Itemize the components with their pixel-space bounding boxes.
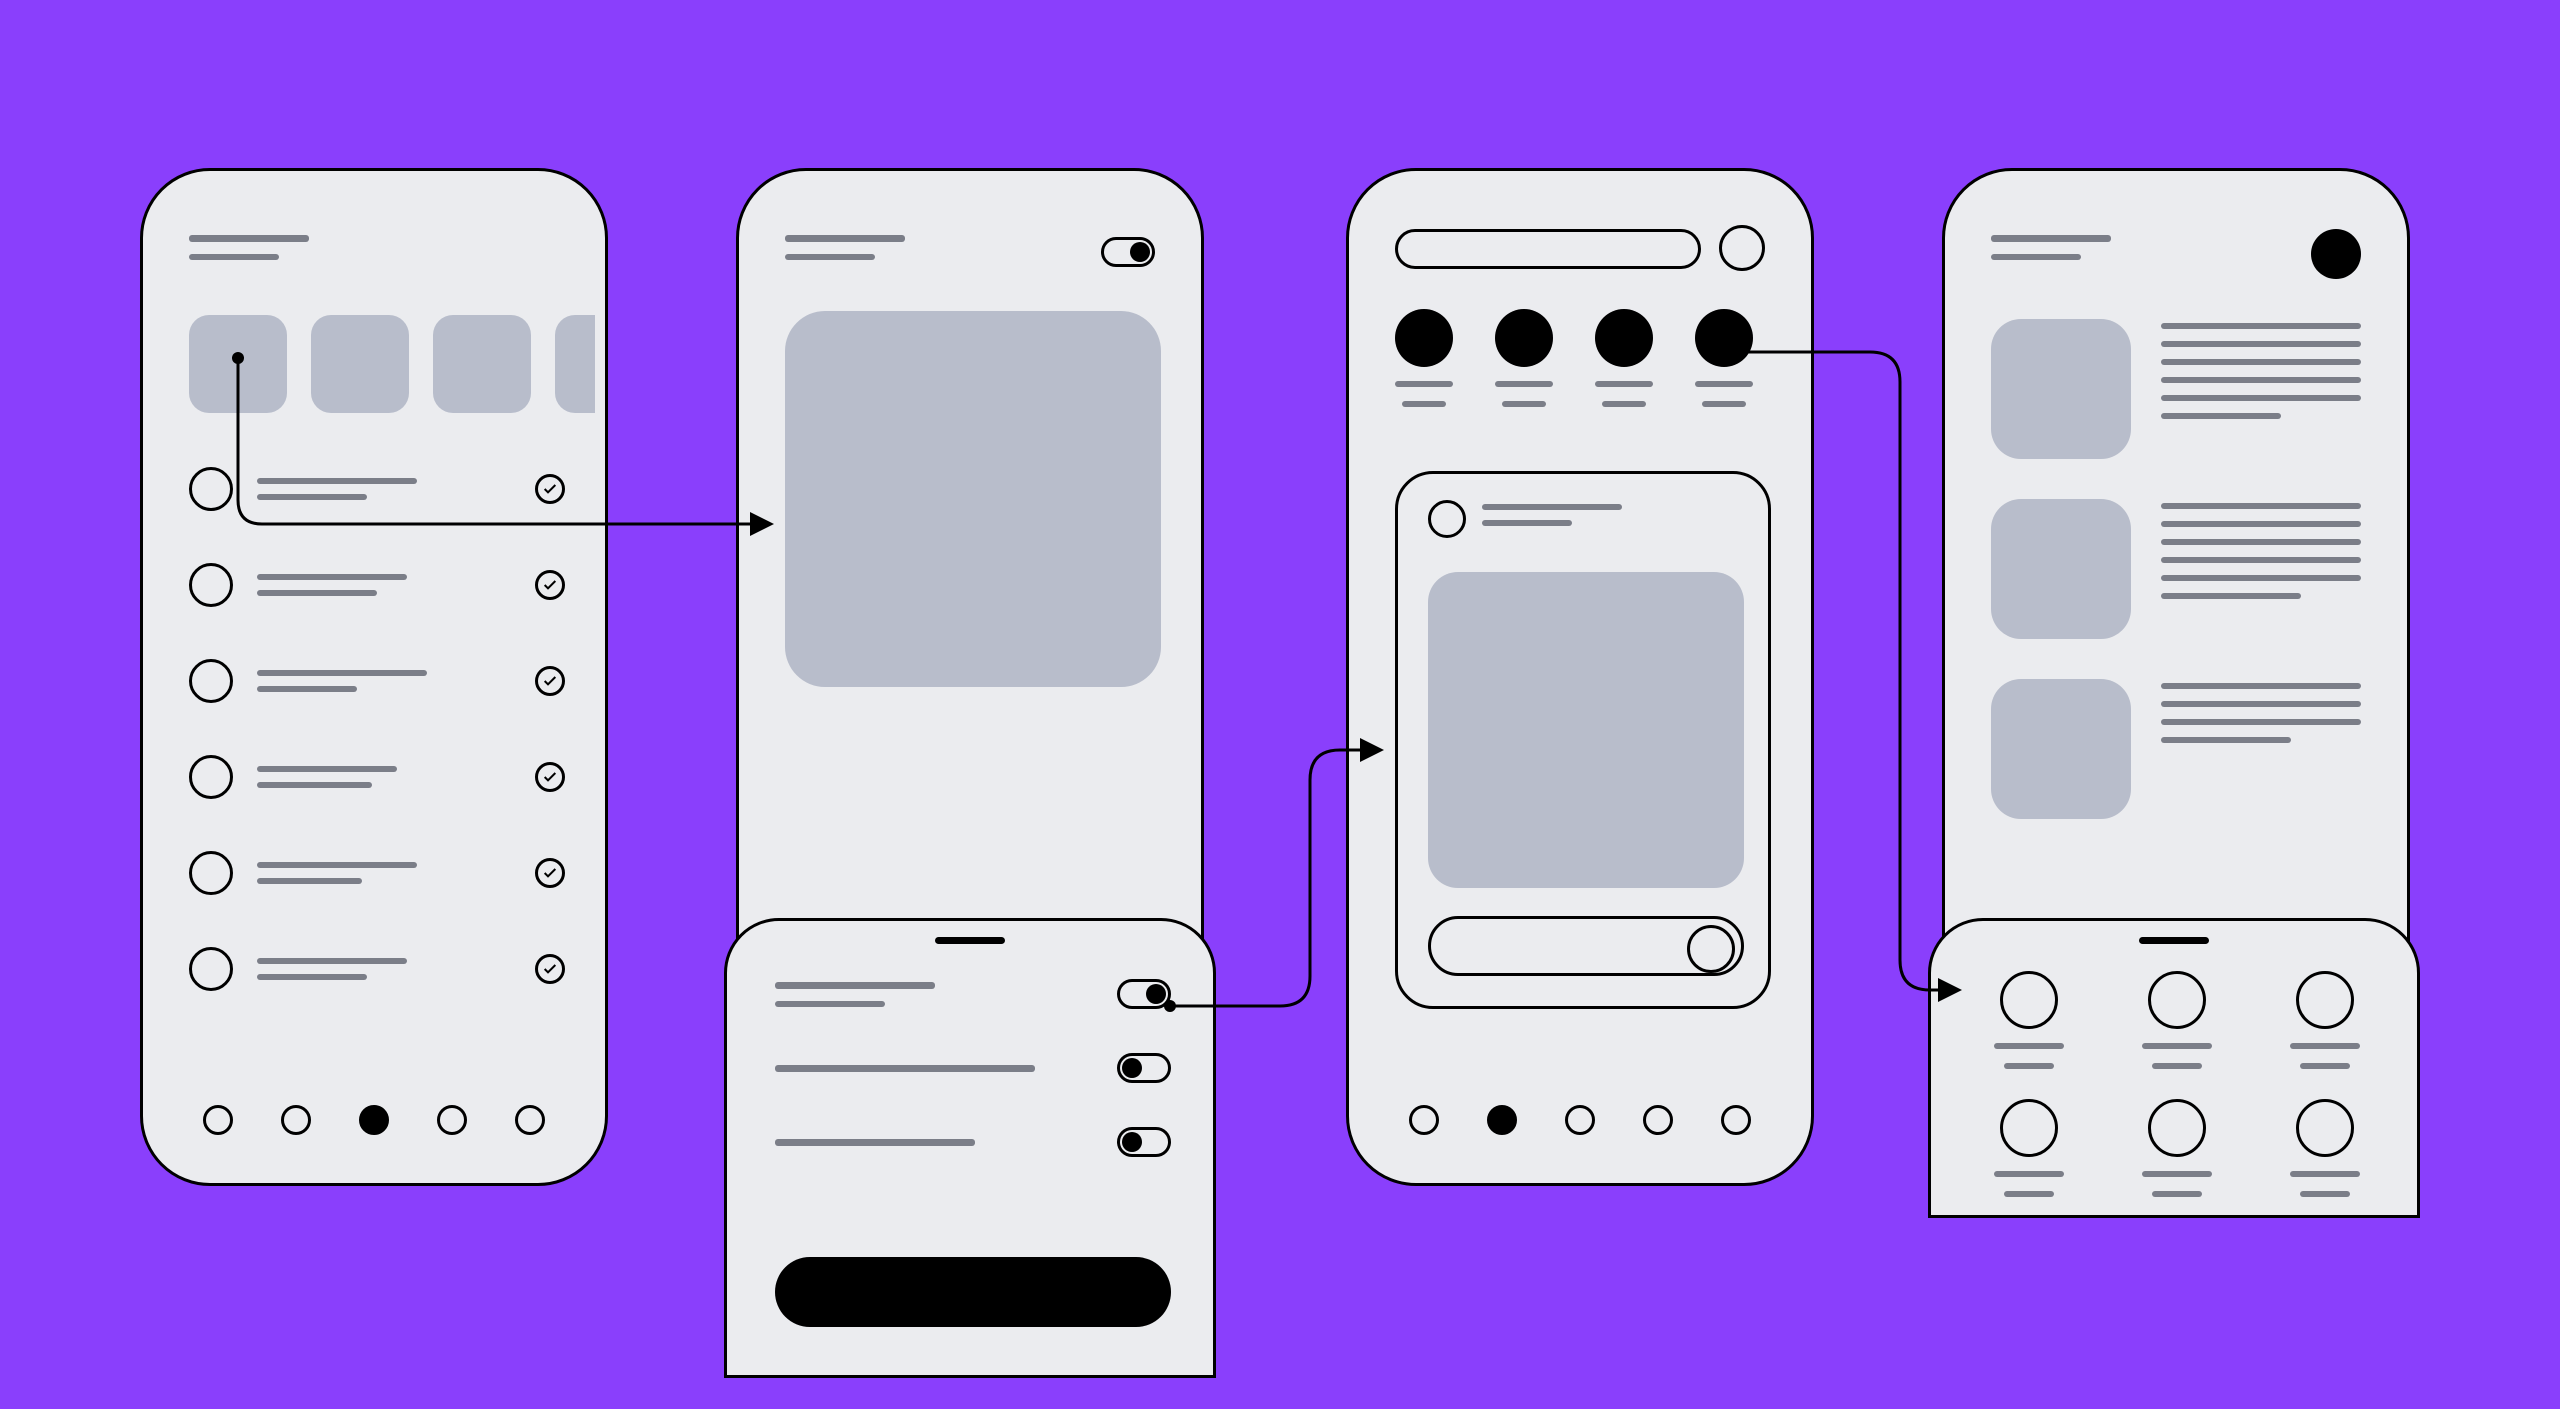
post-author-avatar-icon[interactable] — [1428, 500, 1466, 538]
row-avatar-icon — [189, 563, 233, 607]
screen-4-bottom-sheet — [1928, 918, 2420, 1218]
thumbnail-placeholder — [1991, 679, 2131, 819]
row-avatar-icon — [189, 851, 233, 895]
grid-option[interactable] — [2142, 1099, 2212, 1197]
screen-1-header — [189, 235, 309, 260]
list-row[interactable] — [189, 563, 565, 607]
nav-dot[interactable] — [1721, 1105, 1751, 1135]
profile-avatar-icon[interactable] — [2311, 229, 2361, 279]
screen-1 — [140, 168, 608, 1186]
sheet-grabber-icon[interactable] — [2139, 937, 2209, 944]
option-grid — [1975, 971, 2379, 1197]
list-row[interactable] — [189, 851, 565, 895]
sheet-option-row — [775, 979, 1171, 1009]
primary-button[interactable] — [775, 1257, 1171, 1327]
list-row[interactable] — [189, 659, 565, 703]
nav-dot[interactable] — [437, 1105, 467, 1135]
nav-dot[interactable] — [1643, 1105, 1673, 1135]
sheet-grabber-icon[interactable] — [935, 937, 1005, 944]
list-row[interactable] — [189, 755, 565, 799]
list-row[interactable] — [189, 467, 565, 511]
search-input[interactable] — [1395, 229, 1701, 269]
feed-list — [1991, 319, 2367, 819]
nav-dot[interactable] — [1565, 1105, 1595, 1135]
nav-dot-active[interactable] — [1487, 1105, 1517, 1135]
check-icon[interactable] — [535, 858, 565, 888]
story-item[interactable] — [1695, 309, 1753, 407]
thumbnail-placeholder — [1991, 319, 2131, 459]
chip-3[interactable] — [433, 315, 531, 413]
chip-1[interactable] — [189, 315, 287, 413]
row-avatar-icon — [189, 947, 233, 991]
nav-dot[interactable] — [1409, 1105, 1439, 1135]
nav-dot[interactable] — [281, 1105, 311, 1135]
feed-item[interactable] — [1991, 679, 2367, 819]
row-avatar-icon — [189, 755, 233, 799]
checklist — [189, 467, 565, 991]
grid-option[interactable] — [2142, 971, 2212, 1069]
screen-2-bottom-sheet — [724, 918, 1216, 1378]
feed-item[interactable] — [1991, 319, 2367, 459]
comment-input[interactable] — [1428, 916, 1744, 976]
screen-4-header — [1991, 235, 2111, 260]
feed-item[interactable] — [1991, 499, 2367, 639]
check-icon[interactable] — [535, 954, 565, 984]
header-toggle[interactable] — [1101, 237, 1155, 267]
option-toggle[interactable] — [1117, 1127, 1171, 1157]
chip-2[interactable] — [311, 315, 409, 413]
nav-dot-active[interactable] — [359, 1105, 389, 1135]
row-avatar-icon — [189, 467, 233, 511]
page-indicator — [1349, 1105, 1811, 1135]
option-toggle[interactable] — [1117, 1053, 1171, 1083]
page-indicator — [143, 1105, 605, 1135]
check-icon[interactable] — [535, 762, 565, 792]
grid-option[interactable] — [1994, 971, 2064, 1069]
category-chips — [189, 315, 595, 413]
sheet-option-row — [775, 1053, 1171, 1083]
screen-3 — [1346, 168, 1814, 1186]
check-icon[interactable] — [535, 570, 565, 600]
image-placeholder — [785, 311, 1161, 687]
grid-option[interactable] — [2290, 971, 2360, 1069]
check-icon[interactable] — [535, 666, 565, 696]
option-toggle[interactable] — [1117, 979, 1171, 1009]
nav-dot[interactable] — [515, 1105, 545, 1135]
story-item[interactable] — [1495, 309, 1553, 407]
profile-avatar-icon[interactable] — [1719, 225, 1765, 271]
chip-4[interactable] — [555, 315, 595, 413]
post-card — [1395, 471, 1771, 1009]
wireframe-flow-canvas — [0, 0, 2560, 1409]
sheet-option-row — [775, 1127, 1171, 1157]
stories-row — [1395, 309, 1753, 407]
screen-2-header — [785, 235, 905, 260]
check-icon[interactable] — [535, 474, 565, 504]
thumbnail-placeholder — [1991, 499, 2131, 639]
story-item[interactable] — [1595, 309, 1653, 407]
nav-dot[interactable] — [203, 1105, 233, 1135]
list-row[interactable] — [189, 947, 565, 991]
grid-option[interactable] — [2290, 1099, 2360, 1197]
grid-option[interactable] — [1994, 1099, 2064, 1197]
post-image-placeholder — [1428, 572, 1744, 888]
story-item[interactable] — [1395, 309, 1453, 407]
row-avatar-icon — [189, 659, 233, 703]
